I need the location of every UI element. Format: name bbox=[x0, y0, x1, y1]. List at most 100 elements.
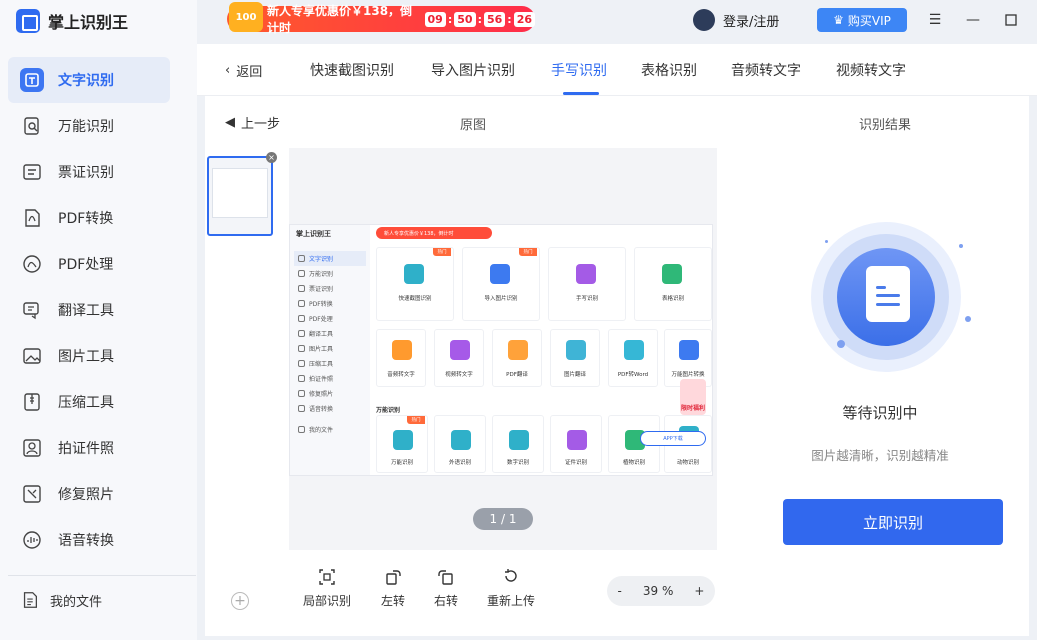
sidebar-item-id-photo[interactable]: 拍证件照 bbox=[8, 425, 170, 471]
mini-card: 图片翻译 bbox=[550, 329, 600, 387]
result-label: 识别结果 bbox=[859, 118, 912, 133]
sidebar-item-label: 语音转换 bbox=[58, 533, 114, 549]
image-thumbnail[interactable]: × bbox=[207, 152, 277, 236]
sidebar-item-universal[interactable]: 万能识别 bbox=[8, 103, 170, 149]
main-panel: ◀ 上一步 原图 识别结果 × + 掌上识别王 文字识别 万能识别 票证识别 P… bbox=[205, 96, 1029, 636]
sidebar-item-ticket[interactable]: 票证识别 bbox=[8, 149, 170, 195]
sidebar-item-text-recognition[interactable]: 文字识别 bbox=[8, 57, 170, 103]
mini-card: 证件识别 bbox=[550, 415, 602, 473]
ticket-icon bbox=[20, 160, 44, 184]
zoom-out-button[interactable]: - bbox=[618, 584, 622, 598]
sidebar-nav: 文字识别 万能识别 票证识别 PDF转换 PDF处理 翻译工具 图片工具 压缩工… bbox=[8, 57, 170, 563]
repair-photo-icon bbox=[20, 482, 44, 506]
sidebar-item-label: PDF转换 bbox=[58, 211, 114, 227]
mini-card: 视频转文字 bbox=[434, 329, 484, 387]
login-label: 登录/注册 bbox=[723, 14, 780, 30]
mini-logo: 掌上识别王 bbox=[296, 230, 331, 238]
maximize-icon[interactable] bbox=[1003, 12, 1019, 28]
mini-nav-item: 修复照片 bbox=[294, 386, 366, 401]
sidebar-item-translate[interactable]: 翻译工具 bbox=[8, 287, 170, 333]
uploaded-screenshot: 掌上识别王 文字识别 万能识别 票证识别 PDF转换 PDF处理 翻译工具 图片… bbox=[289, 224, 713, 476]
pdf-convert-icon bbox=[20, 206, 44, 230]
mini-nav-item: PDF转换 bbox=[294, 296, 366, 311]
sidebar-item-pdf-process[interactable]: PDF处理 bbox=[8, 241, 170, 287]
add-image-button[interactable]: + bbox=[231, 592, 249, 610]
rotate-left-label: 左转 bbox=[381, 594, 406, 608]
rotate-right-icon bbox=[438, 570, 453, 585]
tab-import-image[interactable]: 导入图片识别 bbox=[431, 60, 515, 80]
sidebar-item-compress[interactable]: 压缩工具 bbox=[8, 379, 170, 425]
image-toolbar: 局部识别 左转 右转 重新上传 - 39 % + bbox=[289, 568, 719, 618]
translate-icon bbox=[20, 298, 44, 322]
folder-file-icon bbox=[23, 592, 37, 608]
id-photo-icon bbox=[20, 436, 44, 460]
sidebar-item-image-tools[interactable]: 图片工具 bbox=[8, 333, 170, 379]
rotate-right-button[interactable]: 右转 bbox=[434, 568, 458, 609]
decor-dot bbox=[959, 244, 963, 248]
crop-recognize-button[interactable]: 局部识别 bbox=[303, 568, 351, 609]
mini-card: 表格识别 bbox=[634, 247, 712, 321]
decor-dot bbox=[837, 340, 845, 348]
tab-table[interactable]: 表格识别 bbox=[641, 60, 697, 80]
waiting-status: 等待识别中 bbox=[842, 404, 918, 422]
rotate-right-label: 右转 bbox=[434, 594, 459, 608]
result-panel: 等待识别中 图片越清晰，识别越精准 立即识别 bbox=[733, 148, 1027, 618]
tab-audio-to-text[interactable]: 音频转文字 bbox=[731, 60, 801, 80]
active-tab-indicator bbox=[563, 92, 599, 95]
reupload-label: 重新上传 bbox=[487, 594, 536, 608]
prev-step-label: 上一步 bbox=[241, 117, 281, 132]
timer-centis: 26 bbox=[513, 11, 535, 27]
original-image-preview: 掌上识别王 文字识别 万能识别 票证识别 PDF转换 PDF处理 翻译工具 图片… bbox=[289, 148, 717, 550]
zoom-value: 39 % bbox=[642, 584, 674, 598]
close-icon[interactable]: × bbox=[266, 152, 277, 163]
sidebar: 掌上识别王 文字识别 万能识别 票证识别 PDF转换 PDF处理 翻译工具 图片… bbox=[0, 0, 197, 640]
crop-icon bbox=[319, 569, 335, 585]
sidebar-item-label: 文字识别 bbox=[58, 73, 114, 89]
thumbnail-preview bbox=[212, 168, 268, 218]
crown-icon: ♛ bbox=[833, 13, 844, 27]
tab-video-to-text[interactable]: 视频转文字 bbox=[836, 60, 906, 80]
compress-icon bbox=[20, 390, 44, 414]
rotate-left-button[interactable]: 左转 bbox=[381, 568, 405, 609]
image-tools-icon bbox=[20, 344, 44, 368]
promo-badge: 100 bbox=[229, 2, 263, 32]
prev-step-button[interactable]: ◀ 上一步 bbox=[225, 113, 280, 132]
login-button[interactable]: 登录/注册 bbox=[693, 9, 779, 31]
back-button[interactable]: ‹ 返回 bbox=[225, 61, 262, 80]
sidebar-item-repair-photo[interactable]: 修复照片 bbox=[8, 471, 170, 517]
recognition-hint: 图片越清晰，识别越精准 bbox=[811, 448, 949, 463]
mini-nav: 文字识别 万能识别 票证识别 PDF转换 PDF处理 翻译工具 图片工具 压缩工… bbox=[294, 251, 366, 437]
buy-vip-button[interactable]: ♛ 购买VIP bbox=[817, 8, 907, 32]
tab-handwriting[interactable]: 手写识别 bbox=[551, 60, 607, 80]
sidebar-divider bbox=[8, 575, 196, 576]
promo-banner[interactable]: 100 新人专享优惠价￥138，倒计时 09: 50: 56: 26 bbox=[227, 2, 535, 35]
mini-nav-item: 票证识别 bbox=[294, 281, 366, 296]
decor-dot bbox=[825, 240, 828, 243]
sidebar-item-pdf-convert[interactable]: PDF转换 bbox=[8, 195, 170, 241]
mini-section-title: 万能识别 bbox=[376, 407, 401, 414]
zoom-in-button[interactable]: + bbox=[694, 584, 704, 598]
avatar-icon bbox=[693, 9, 715, 31]
mini-promo: 新人专享优惠价￥138，倒计时 bbox=[376, 227, 492, 239]
sidebar-item-voice-convert[interactable]: 语音转换 bbox=[8, 517, 170, 563]
mini-nav-item: 压缩工具 bbox=[294, 356, 366, 371]
app-name: 掌上识别王 bbox=[48, 13, 129, 32]
menu-icon[interactable]: ☰ bbox=[927, 12, 943, 28]
mini-nav-item: PDF处理 bbox=[294, 311, 366, 326]
sidebar-item-label: 修复照片 bbox=[58, 487, 114, 503]
reupload-button[interactable]: 重新上传 bbox=[487, 568, 535, 609]
timer-hours: 09 bbox=[424, 11, 446, 27]
my-files-button[interactable]: 我的文件 bbox=[20, 590, 102, 610]
countdown-timer: 09: 50: 56: 26 bbox=[424, 11, 535, 27]
sidebar-item-label: 拍证件照 bbox=[58, 441, 114, 457]
mini-nav-item: 语音转换 bbox=[294, 401, 366, 416]
recognize-now-button[interactable]: 立即识别 bbox=[783, 499, 1003, 545]
mini-card: 数字识别 bbox=[492, 415, 544, 473]
triangle-left-icon: ◀ bbox=[225, 115, 235, 130]
mini-nav-item: 翻译工具 bbox=[294, 326, 366, 341]
minimize-icon[interactable]: — bbox=[965, 12, 981, 28]
pdf-process-icon bbox=[20, 252, 44, 276]
sidebar-item-label: 万能识别 bbox=[58, 119, 114, 135]
mini-card: 手写识别 bbox=[548, 247, 626, 321]
tab-quick-screenshot[interactable]: 快速截图识别 bbox=[310, 60, 394, 80]
